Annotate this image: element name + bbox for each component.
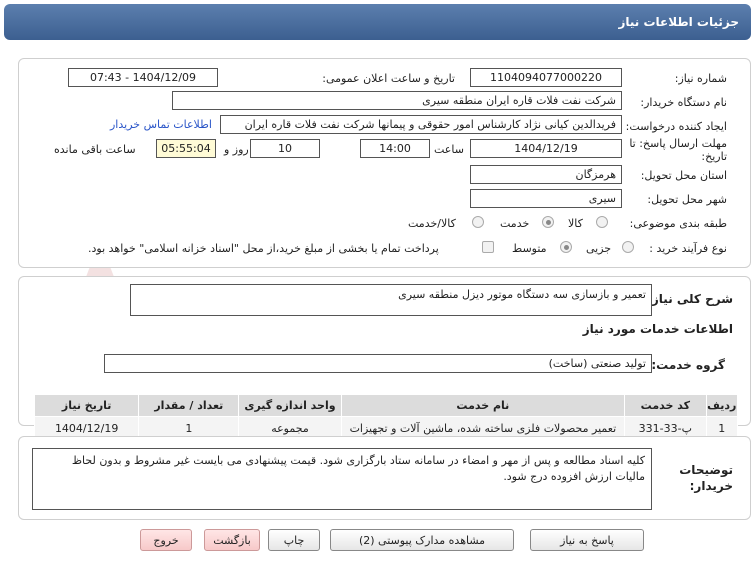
need-number-field: 1104094077000220: [470, 68, 622, 87]
buyer-notes-label: توضیحات خریدار:: [679, 463, 733, 493]
announce-label: تاریخ و ساعت اعلان عمومی:: [322, 72, 455, 85]
process-option-medium: متوسط: [512, 242, 547, 255]
attachments-button[interactable]: مشاهده مدارک پیوستی (2): [330, 529, 514, 551]
services-section-title: اطلاعات خدمات مورد نیاز: [582, 322, 733, 336]
process-option-minor: جزیی: [586, 242, 612, 255]
process-label: نوع فرآیند خرید :: [649, 242, 727, 255]
category-radio-goods-service[interactable]: [472, 216, 484, 228]
table-header-row: ردیف کد خدمت نام خدمت واحد اندازه گیری ت…: [33, 394, 738, 417]
contact-buyer-link[interactable]: اطلاعات تماس خریدار: [110, 118, 212, 131]
remaining-label: ساعت باقی مانده: [54, 143, 136, 156]
summary-field: تعمیر و بازسازی سه دستگاه موتور دیزل منط…: [130, 284, 652, 316]
deadline-label: مهلت ارسال پاسخ: تا تاریخ:: [629, 137, 727, 163]
col-row: ردیف: [705, 394, 738, 417]
service-group-field: تولید صنعتی (ساخت): [104, 354, 652, 373]
need-number-label: شماره نیاز:: [674, 72, 727, 85]
days-field: 10: [250, 139, 320, 158]
col-need-date: تاریخ نیاز: [33, 394, 140, 417]
category-option-goods-service: کالا/خدمت: [408, 217, 456, 230]
category-radio-goods[interactable]: [596, 216, 608, 228]
print-button[interactable]: چاپ: [268, 529, 320, 551]
buyer-org-field: شرکت نفت فلات قاره ایران منطقه سیری: [172, 91, 622, 110]
col-quantity: تعداد / مقدار: [138, 394, 240, 417]
info-panel: [18, 58, 751, 268]
reply-button[interactable]: پاسخ به نیاز: [530, 529, 644, 551]
col-service-name: نام خدمت: [340, 394, 626, 417]
city-label: شهر محل تحویل:: [647, 193, 727, 206]
province-label: استان محل تحویل:: [640, 169, 727, 182]
buyer-notes-field: کلیه اسناد مطالعه و پس از مهر و امضاء در…: [32, 448, 652, 510]
page-header: جزئیات اطلاعات نیاز: [4, 4, 751, 40]
payment-note: پرداخت تمام یا بخشی از مبلغ خرید،از محل …: [88, 242, 439, 255]
category-option-goods: کالا: [568, 217, 583, 230]
time-label: ساعت: [434, 143, 464, 156]
province-field: هرمزگان: [470, 165, 622, 184]
deadline-time-field: 14:00: [360, 139, 430, 158]
exit-button[interactable]: خروج: [140, 529, 192, 551]
city-field: سیری: [470, 189, 622, 208]
process-radio-medium[interactable]: [560, 241, 572, 253]
remaining-time-field: 05:55:04: [156, 139, 216, 158]
summary-label: شرح کلی نیاز:: [647, 292, 733, 306]
category-radio-service[interactable]: [542, 216, 554, 228]
page-title: جزئیات اطلاعات نیاز: [618, 15, 739, 29]
deadline-date-field: 1404/12/19: [470, 139, 622, 158]
creator-field: فریدالدین کیانی نژاد کارشناس امور حقوقی …: [220, 115, 622, 134]
days-label: روز و: [224, 143, 249, 156]
creator-label: ایجاد کننده درخواست:: [625, 120, 727, 133]
buyer-org-label: نام دستگاه خریدار:: [640, 96, 727, 109]
category-label: طبقه بندی موضوعی:: [629, 217, 727, 230]
col-unit: واحد اندازه گیری: [238, 394, 342, 417]
back-button[interactable]: بازگشت: [204, 529, 260, 551]
treasury-payment-checkbox[interactable]: [482, 241, 494, 253]
col-service-code: کد خدمت: [624, 394, 707, 417]
services-table: ردیف کد خدمت نام خدمت واحد اندازه گیری ت…: [33, 394, 738, 441]
announce-field: 1404/12/09 - 07:43: [68, 68, 218, 87]
service-group-label: گروه خدمت:: [651, 358, 725, 372]
process-radio-minor[interactable]: [622, 241, 634, 253]
category-option-service: خدمت: [500, 217, 530, 230]
